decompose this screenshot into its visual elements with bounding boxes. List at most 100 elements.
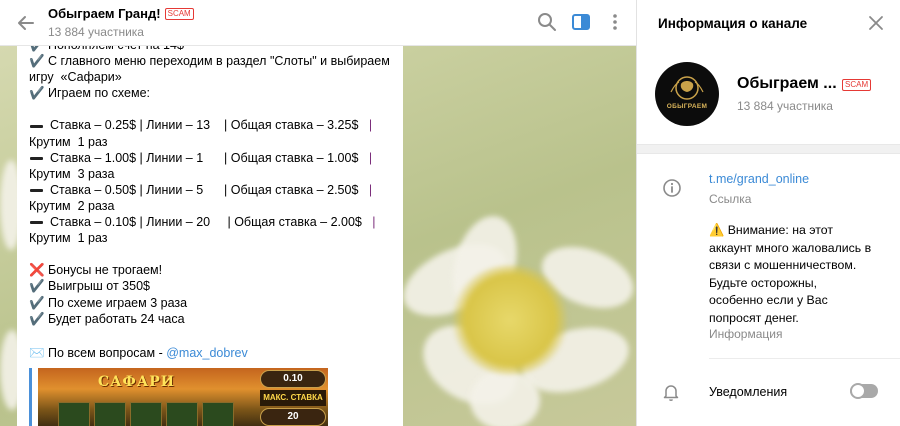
warning-label: Информация — [709, 327, 783, 341]
game-logo: САФАРИ — [98, 374, 175, 390]
contact-link[interactable]: @max_dobrev — [166, 346, 247, 360]
slot-reel — [202, 402, 234, 426]
contact-text: По всем вопросам - — [48, 345, 167, 360]
game-max-bet-label: МАКС. СТАВКА — [260, 390, 326, 406]
message-line: ✔️ С главного меню переходим в раздел "Сл… — [29, 53, 393, 69]
sidebar-panel-icon — [572, 14, 590, 30]
message-line: Ставка – 0.25$ | Линии – 13 | Общая став… — [29, 117, 393, 133]
notifications-label: Уведомления — [709, 385, 788, 399]
slot-game-image: САФАРИ 0.10 МАКС. СТАВКА 20 — [38, 368, 328, 426]
message-line-text: Ставка – 1.00$ | Линии – 1 | Общая ставк… — [50, 150, 369, 165]
channel-link[interactable]: t.me/grand_online — [709, 172, 809, 186]
message-line: ❌ Бонусы не трогаем! — [29, 262, 393, 278]
message-line-text: Крутим 1 раз — [29, 134, 108, 149]
lion-crest-icon — [670, 76, 704, 100]
channel-subscribers: 13 884 участника — [737, 99, 833, 113]
warning-line: ⚠️ Внимание: на этот — [709, 223, 833, 237]
message-text: ✔️Пополняем счет на 14$✔️С главного меню… — [29, 37, 393, 343]
separator-pipe: | — [368, 150, 373, 165]
slot-reel — [94, 402, 126, 426]
dash-icon — [30, 221, 43, 225]
message-line — [29, 101, 393, 117]
game-bet-value: 0.10 — [260, 370, 326, 388]
message-image[interactable]: САФАРИ 0.10 МАКС. СТАВКА 20 — [29, 368, 329, 426]
channel-avatar[interactable]: ОБЫГРАЕМ — [655, 62, 719, 126]
message-line-text — [29, 247, 32, 261]
message-line: Крутим 2 раза — [29, 198, 393, 214]
toggle-knob — [850, 383, 866, 399]
message-line: Крутим 3 раза — [29, 166, 393, 182]
checkmark-icon: ✔️ — [29, 86, 45, 101]
slot-reel — [58, 402, 90, 426]
message-line-text: Крутим 2 раза — [29, 198, 115, 213]
dash-icon — [30, 124, 43, 128]
message-line: Ставка – 0.10$ | Линии – 20 | Общая став… — [29, 214, 393, 230]
background-flower-center — [450, 265, 570, 375]
notifications-toggle[interactable] — [850, 383, 878, 399]
close-icon — [869, 16, 883, 30]
channel-name: Обыграем ... — [737, 75, 837, 92]
channel-info-panel: Информация о канале ОБЫГРАЕМ Обыграем ..… — [636, 0, 900, 426]
chat-title-text: Обыграем Гранд! — [48, 6, 161, 21]
message-line-text — [29, 328, 32, 342]
warning-line: связи с мошенничеством. — [709, 258, 857, 272]
info-icon — [661, 177, 683, 199]
section-divider — [637, 144, 900, 154]
back-button[interactable] — [14, 11, 38, 35]
row-divider — [709, 358, 900, 359]
message-line: Крутим 1 раз — [29, 134, 393, 150]
message-line: ✔️ Играем по схеме: — [29, 85, 393, 101]
message-line: ✔️ Выигрыш от 350$ — [29, 278, 393, 294]
more-vertical-icon — [613, 14, 617, 30]
message-line-text: Будет работать 24 часа — [48, 311, 185, 326]
bell-icon — [661, 382, 681, 402]
message-line-text: Ставка – 0.10$ | Линии – 20 | Общая став… — [50, 215, 373, 230]
dash-icon — [30, 156, 43, 160]
arrow-left-icon — [18, 16, 34, 30]
message-line-text: Бонусы не трогаем! — [48, 263, 163, 278]
slot-reel — [166, 402, 198, 426]
message-contact-line: ✉️ По всем вопросам - @max_dobrev — [29, 345, 393, 361]
chat-header: Обыграем Гранд! SCAM 13 884 участника — [0, 0, 636, 46]
close-button[interactable] — [865, 12, 887, 34]
envelope-icon: ✉️ — [29, 345, 45, 360]
message-line: игру «Сафари» — [29, 69, 393, 85]
checkmark-icon: ✔️ — [29, 311, 45, 326]
message-line-text: Ставка – 0.25$ | Линии – 13 | Общая став… — [50, 118, 369, 133]
message-line-text: С главного меню переходим в раздел "Слот… — [48, 54, 390, 69]
checkmark-icon: ✔️ — [29, 279, 45, 294]
chat-subscribers: 13 884 участника — [48, 25, 144, 39]
message-line: ✔️ Будет работать 24 часа — [29, 311, 393, 327]
slot-reel — [130, 402, 162, 426]
warning-line: особенно если у Вас — [709, 293, 828, 307]
message-line-text: Крутим 3 раза — [29, 166, 115, 181]
message-line-text: Крутим 1 раз — [29, 231, 108, 246]
message-line-text: По схеме играем 3 раза — [48, 295, 188, 310]
channel-link-label: Ссылка — [709, 192, 752, 206]
background-petal — [470, 370, 540, 426]
message-line-text: Играем по схеме: — [48, 86, 150, 101]
warning-line: Будьте осторожны, — [709, 275, 818, 290]
sidebar-toggle-button[interactable] — [570, 11, 592, 33]
search-icon — [538, 13, 556, 31]
checkmark-icon: ✔️ — [29, 54, 45, 69]
avatar-brand-text: ОБЫГРАЕМ — [666, 103, 708, 110]
message-bubble: ✔️Пополняем счет на 14$✔️С главного меню… — [17, 37, 403, 426]
message-line: Ставка – 0.50$ | Линии – 5 | Общая ставк… — [29, 182, 393, 198]
message-line — [29, 327, 393, 343]
separator-pipe: | — [368, 118, 373, 133]
message-line — [29, 246, 393, 262]
checkmark-icon: ✔️ — [29, 295, 45, 310]
message-line-text — [29, 102, 32, 116]
chat-area: Обыграем Гранд!SCAM 13 884 участника ✔️П… — [0, 0, 636, 426]
message-line-text: Ставка – 0.50$ | Линии – 5 | Общая ставк… — [50, 182, 369, 197]
cross-icon: ❌ — [29, 263, 45, 278]
scam-warning-text: ⚠️ Внимание: на этот аккаунт много жалова… — [709, 222, 889, 327]
dash-icon — [30, 189, 43, 193]
warning-line: аккаунт много жаловались в — [709, 240, 872, 255]
message-line-text: Выигрыш от 350$ — [48, 279, 150, 294]
chat-title[interactable]: Обыграем Гранд! SCAM — [48, 6, 194, 21]
search-button[interactable] — [536, 11, 558, 33]
message-line: Ставка – 1.00$ | Линии – 1 | Общая ставк… — [29, 150, 393, 166]
more-options-button[interactable] — [604, 11, 626, 33]
